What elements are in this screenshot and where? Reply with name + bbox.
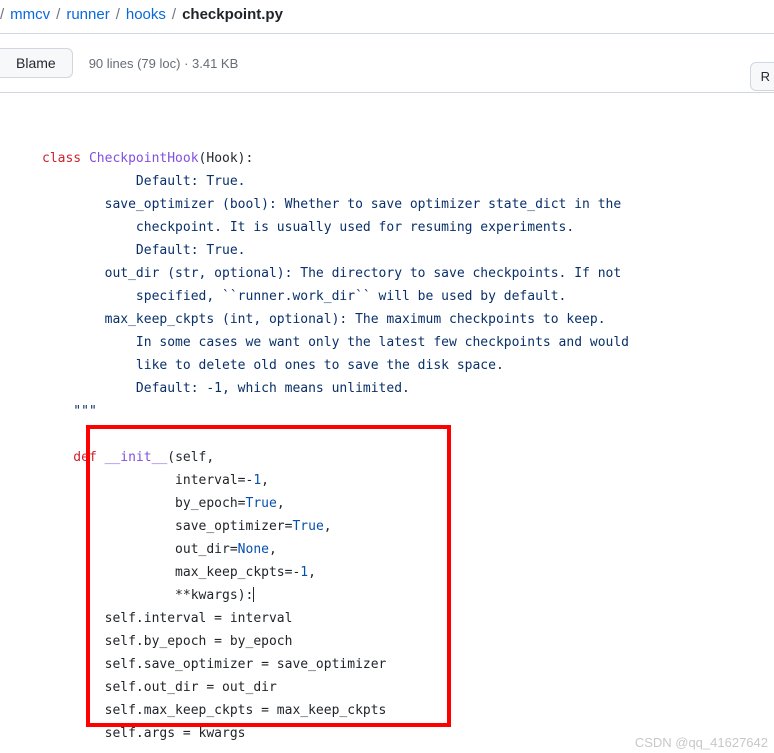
file-toolbar: Blame 90 lines (79 loc) · 3.41 KB (0, 34, 774, 93)
code-line: self.save_optimizer = save_optimizer (42, 657, 386, 672)
code-line: like to delete old ones to save the disk… (42, 358, 504, 373)
code-line: self.max_keep_ckpts = max_keep_ckpts (42, 703, 386, 718)
breadcrumb-sep: / (56, 6, 60, 23)
breadcrumb-file: checkpoint.py (182, 6, 283, 23)
code-line: interval=-1, (42, 473, 269, 488)
code-line: Default: True. (42, 174, 246, 189)
code-line: self.args = kwargs (42, 726, 246, 741)
breadcrumb-sep: / (0, 6, 4, 23)
blame-button[interactable]: Blame (0, 48, 73, 78)
code-line: by_epoch=True, (42, 496, 285, 511)
code-line: class CheckpointHook(Hook): (42, 151, 253, 166)
code-line: """ (42, 404, 97, 419)
text-cursor (253, 587, 254, 602)
code-line: save_optimizer (bool): Whether to save o… (42, 197, 621, 212)
code-line: def __init__(self, (42, 450, 214, 465)
code-line: max_keep_ckpts=-1, (42, 565, 316, 580)
file-info: 90 lines (79 loc) · 3.41 KB (89, 56, 239, 71)
code-line: out_dir=None, (42, 542, 277, 557)
code-line: max_keep_ckpts (int, optional): The maxi… (42, 312, 606, 327)
code-line: self.by_epoch = by_epoch (42, 634, 292, 649)
breadcrumb-sep: / (172, 6, 176, 23)
raw-button[interactable]: R (750, 62, 774, 91)
code-line: save_optimizer=True, (42, 519, 332, 534)
code-line: self.out_dir = out_dir (42, 680, 277, 695)
breadcrumb-mmcv[interactable]: mmcv (10, 6, 50, 23)
code-line: checkpoint. It is usually used for resum… (42, 220, 574, 235)
breadcrumb-runner[interactable]: runner (66, 6, 109, 23)
code-line: Default: True. (42, 243, 246, 258)
breadcrumb-hooks[interactable]: hooks (126, 6, 166, 23)
code-viewer[interactable]: class CheckpointHook(Hook): Default: Tru… (0, 93, 774, 745)
breadcrumb-sep: / (116, 6, 120, 23)
code-line: self.interval = interval (42, 611, 292, 626)
watermark: CSDN @qq_41627642 (635, 735, 768, 750)
code-line: Default: -1, which means unlimited. (42, 381, 410, 396)
breadcrumb: / mmcv / runner / hooks / checkpoint.py (0, 0, 774, 34)
code-line: In some cases we want only the latest fe… (42, 335, 629, 350)
code-line: **kwargs): (42, 588, 254, 603)
code-line: out_dir (str, optional): The directory t… (42, 266, 621, 281)
code-line: specified, ``runner.work_dir`` will be u… (42, 289, 566, 304)
